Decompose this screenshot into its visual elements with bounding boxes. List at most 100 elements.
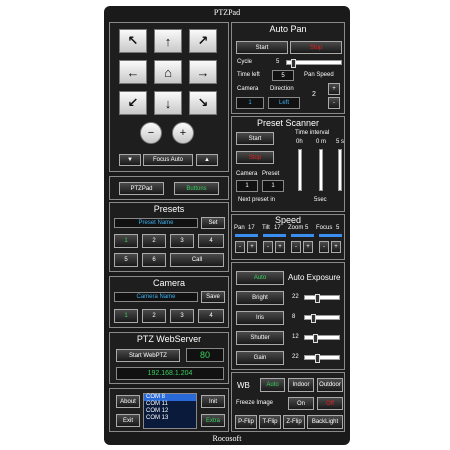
left-arrow-button[interactable]: ← (119, 60, 147, 84)
preset-name-input[interactable]: Preset Name (114, 218, 198, 228)
zoom-flip-button[interactable]: Z-Flip (283, 415, 305, 429)
zoom-speed-label: Zoom (288, 225, 304, 231)
shutter-slider[interactable] (304, 334, 340, 343)
zoom-speed-bar (291, 234, 314, 237)
auto-pan-camera-field[interactable]: 1 (236, 97, 264, 109)
pan-speed-bar (235, 234, 258, 237)
tilt-speed-label: Tilt (262, 225, 270, 231)
com-port-item[interactable]: COM 12 (144, 408, 196, 415)
freeze-image-label: Freeze Image (236, 400, 274, 406)
backlight-button[interactable]: BackLight (307, 415, 343, 429)
auto-pan-stop-button[interactable]: Stop (290, 41, 342, 54)
exposure-auto-button[interactable]: Auto (236, 271, 284, 285)
window-footer: Rocosoft (212, 434, 242, 443)
wb-indoor-button[interactable]: Indoor (288, 378, 314, 392)
focus-speed-value: 5 (336, 225, 340, 231)
scanner-stop-button[interactable]: Stop (236, 151, 274, 164)
cycle-slider-thumb[interactable] (291, 59, 296, 68)
right-arrow-button[interactable]: → (189, 60, 217, 84)
preset-button-5[interactable]: 5 (114, 253, 138, 267)
camera-button-2[interactable]: 2 (142, 309, 166, 323)
extra-button[interactable]: Extra (201, 414, 225, 427)
tab-buttons[interactable]: Buttons (174, 182, 219, 195)
webserver-section: PTZ WebServer Start WebPTZ 80 192.168.1.… (109, 332, 229, 384)
com-port-item[interactable]: COM 8 (144, 394, 196, 401)
seconds-slider[interactable] (338, 149, 342, 191)
scanner-preset-field[interactable]: 1 (262, 180, 284, 192)
pan-speed-minus-button[interactable]: - (235, 241, 245, 253)
zoom-in-button[interactable]: + (172, 122, 194, 144)
tab-ptzpad[interactable]: PTZPad (119, 182, 164, 195)
gain-value: 22 (292, 354, 299, 360)
pan-speed-plus-button[interactable]: + (247, 241, 257, 253)
about-button[interactable]: About (116, 395, 140, 408)
scanner-camera-field[interactable]: 1 (236, 180, 258, 192)
exposure-gain-button[interactable]: Gain (236, 351, 284, 365)
up-arrow-button[interactable]: ↑ (154, 29, 182, 53)
tilt-speed-minus-button[interactable]: - (263, 241, 273, 253)
preset-button-1[interactable]: 1 (114, 234, 138, 248)
down-left-arrow-button[interactable]: ↙ (119, 91, 147, 115)
tilt-flip-button[interactable]: T-Flip (259, 415, 281, 429)
down-arrow-button[interactable]: ↓ (154, 91, 182, 115)
hours-slider[interactable] (298, 149, 302, 191)
preset-call-button[interactable]: Call (170, 253, 224, 267)
cycle-slider[interactable] (286, 59, 342, 68)
bright-value: 22 (292, 294, 299, 300)
preset-set-button[interactable]: Set (201, 217, 225, 229)
focus-down-button[interactable]: ▼ (119, 154, 141, 166)
tilt-speed-plus-button[interactable]: + (275, 241, 285, 253)
webserver-port-field[interactable]: 80 (186, 348, 224, 362)
focus-speed-minus-button[interactable]: - (319, 241, 329, 253)
pan-speed-minus-button[interactable]: - (328, 97, 340, 109)
camera-save-button[interactable]: Save (201, 291, 225, 303)
up-left-arrow-button[interactable]: ↖ (119, 29, 147, 53)
preset-button-6[interactable]: 6 (142, 253, 166, 267)
preset-button-2[interactable]: 2 (142, 234, 166, 248)
up-right-arrow-button[interactable]: ↗ (189, 29, 217, 53)
camera-button-1[interactable]: 1 (114, 309, 138, 323)
camera-name-input[interactable]: Camera Name (114, 292, 198, 302)
start-webptz-button[interactable]: Start WebPTZ (116, 349, 180, 362)
init-button[interactable]: Init (201, 395, 225, 408)
com-port-item[interactable]: COM 11 (144, 401, 196, 408)
bright-slider-thumb[interactable] (315, 294, 320, 303)
scanner-start-button[interactable]: Start (236, 132, 274, 145)
wb-outdoor-button[interactable]: Outdoor (317, 378, 343, 392)
exposure-iris-button[interactable]: Iris (236, 311, 284, 325)
window-title: PTZPad (213, 8, 241, 17)
shutter-slider-thumb[interactable] (313, 334, 318, 343)
auto-pan-start-button[interactable]: Start (236, 41, 288, 54)
preset-button-3[interactable]: 3 (170, 234, 194, 248)
focus-speed-plus-button[interactable]: + (331, 241, 341, 253)
preset-button-4[interactable]: 4 (198, 234, 224, 248)
iris-slider-thumb[interactable] (311, 314, 316, 323)
exposure-shutter-button[interactable]: Shutter (236, 331, 284, 345)
wb-auto-button[interactable]: Auto (260, 378, 285, 392)
connection-section: About Exit COM 8 COM 11 COM 12 COM 13 In… (109, 388, 229, 432)
home-button[interactable]: ⌂ (154, 60, 182, 84)
iris-slider[interactable] (304, 314, 340, 323)
pan-flip-button[interactable]: P-Flip (235, 415, 257, 429)
zoom-out-button[interactable]: − (140, 122, 162, 144)
bright-slider[interactable] (304, 294, 340, 303)
freeze-on-button[interactable]: On (288, 397, 314, 410)
zoom-speed-minus-button[interactable]: - (291, 241, 301, 253)
freeze-off-button[interactable]: Off (317, 397, 343, 410)
pan-speed-plus-button[interactable]: + (328, 83, 340, 95)
focus-up-button[interactable]: ▲ (196, 154, 218, 166)
camera-button-3[interactable]: 3 (170, 309, 194, 323)
down-right-arrow-button[interactable]: ↘ (189, 91, 217, 115)
zoom-speed-plus-button[interactable]: + (303, 241, 313, 253)
gain-slider-thumb[interactable] (315, 354, 320, 363)
exposure-bright-button[interactable]: Bright (236, 291, 284, 305)
com-port-item[interactable]: COM 13 (144, 415, 196, 422)
minutes-slider[interactable] (319, 149, 323, 191)
focus-auto-button[interactable]: Focus Auto (143, 154, 193, 166)
gain-slider[interactable] (304, 354, 340, 363)
exit-button[interactable]: Exit (116, 414, 140, 427)
camera-button-4[interactable]: 4 (198, 309, 224, 323)
iris-value: 8 (292, 314, 296, 320)
direction-field[interactable]: Left (268, 97, 300, 109)
com-port-list[interactable]: COM 8 COM 11 COM 12 COM 13 (143, 393, 197, 429)
